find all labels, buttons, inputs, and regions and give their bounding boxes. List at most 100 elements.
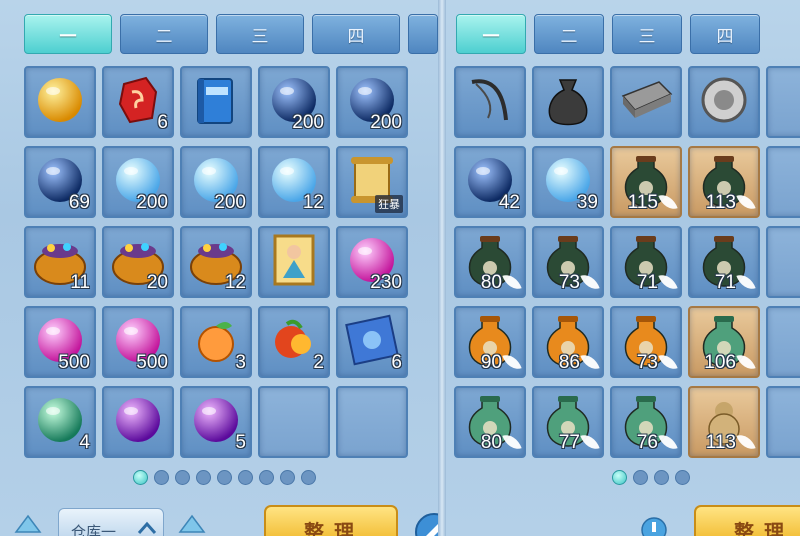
- item-quantity: 113: [705, 192, 736, 213]
- item-quantity: 6: [391, 352, 402, 373]
- inventory-slot[interactable]: 71: [610, 226, 682, 298]
- empty-inventory-slot[interactable]: 8: [766, 146, 800, 218]
- empty-inventory-slot[interactable]: [258, 386, 330, 458]
- inventory-slot[interactable]: 2: [258, 306, 330, 378]
- purple-orb-icon: [111, 393, 165, 451]
- inventory-slot[interactable]: 69: [24, 146, 96, 218]
- page-dot[interactable]: [175, 470, 190, 485]
- inventory-slot[interactable]: 76: [610, 386, 682, 458]
- inventory-slot[interactable]: 6: [336, 306, 408, 378]
- inventory-slot[interactable]: 80: [454, 226, 526, 298]
- empty-inventory-slot[interactable]: 8: [766, 386, 800, 458]
- page-dot[interactable]: [196, 470, 211, 485]
- inventory-slot[interactable]: [532, 66, 604, 138]
- inventory-slot[interactable]: 80: [454, 386, 526, 458]
- inventory-slot[interactable]: 71: [688, 226, 760, 298]
- inventory-slot[interactable]: [102, 386, 174, 458]
- page-dot[interactable]: [259, 470, 274, 485]
- inventory-slot[interactable]: 113: [688, 146, 760, 218]
- page-dot[interactable]: [675, 470, 690, 485]
- empty-inventory-slot[interactable]: [766, 306, 800, 378]
- tab-label: 四: [716, 26, 734, 47]
- page-dot[interactable]: [133, 470, 148, 485]
- inventory-slot[interactable]: 12: [180, 226, 252, 298]
- inventory-slot[interactable]: 113: [688, 386, 760, 458]
- sort-button-label: 整理: [734, 520, 794, 536]
- inventory-slot[interactable]: 4: [24, 386, 96, 458]
- item-quantity: 6: [157, 112, 168, 133]
- peach-icon: [192, 314, 240, 370]
- right-sort-button[interactable]: 整理: [694, 505, 800, 536]
- inventory-slot[interactable]: 3: [180, 306, 252, 378]
- empty-inventory-slot[interactable]: [336, 386, 408, 458]
- page-dot[interactable]: [238, 470, 253, 485]
- inventory-slot[interactable]: 200: [258, 66, 330, 138]
- item-quantity: 106: [704, 352, 736, 373]
- item-quantity: 12: [302, 192, 324, 213]
- item-quantity: 12: [224, 272, 246, 293]
- empty-inventory-slot[interactable]: [766, 66, 800, 138]
- item-quantity: 20: [146, 272, 168, 293]
- gold-orb-icon: [33, 73, 87, 131]
- storage-selector[interactable]: 仓库一: [58, 508, 164, 536]
- inventory-slot[interactable]: 73: [610, 306, 682, 378]
- inventory-slot[interactable]: 86: [532, 306, 604, 378]
- edit-pencil-icon[interactable]: [414, 510, 440, 536]
- inventory-slot[interactable]: 73: [532, 226, 604, 298]
- inventory-slot[interactable]: [610, 66, 682, 138]
- page-dot[interactable]: [280, 470, 295, 485]
- right-tab-2[interactable]: 二: [534, 14, 604, 54]
- inventory-slot[interactable]: 77: [532, 386, 604, 458]
- right-tab-3[interactable]: 三: [612, 14, 682, 54]
- right-tab-1[interactable]: 一: [456, 14, 526, 54]
- inventory-slot[interactable]: [688, 66, 760, 138]
- iron-ingot-icon: [617, 76, 675, 128]
- inventory-slot[interactable]: 39: [532, 146, 604, 218]
- left-tab-4[interactable]: 四: [312, 14, 400, 54]
- inventory-slot[interactable]: [454, 66, 526, 138]
- inventory-slot[interactable]: 500: [24, 306, 96, 378]
- inventory-slot[interactable]: 500: [102, 306, 174, 378]
- inventory-slot[interactable]: [24, 66, 96, 138]
- inventory-slot[interactable]: 90: [454, 306, 526, 378]
- item-quantity: 39: [576, 192, 598, 213]
- fishing-rod-icon: [462, 72, 518, 132]
- right-tab-4[interactable]: 四: [690, 14, 760, 54]
- page-dot[interactable]: [301, 470, 316, 485]
- left-sort-button[interactable]: 整理: [264, 505, 398, 536]
- inventory-slot[interactable]: 5: [180, 386, 252, 458]
- inventory-slot[interactable]: 200: [180, 146, 252, 218]
- inventory-slot[interactable]: [180, 66, 252, 138]
- inventory-slot[interactable]: 230: [336, 226, 408, 298]
- inventory-slot[interactable]: 115: [610, 146, 682, 218]
- page-dot[interactable]: [612, 470, 627, 485]
- item-quantity: 73: [636, 352, 658, 373]
- item-quantity: 71: [636, 272, 658, 293]
- inventory-slot[interactable]: 12: [258, 146, 330, 218]
- left-tab-5[interactable]: [408, 14, 438, 54]
- item-quantity: 115: [627, 192, 658, 213]
- inventory-slot[interactable]: 42: [454, 146, 526, 218]
- inventory-slot[interactable]: 6: [102, 66, 174, 138]
- inventory-slot[interactable]: 106: [688, 306, 760, 378]
- inventory-slot[interactable]: 11: [24, 226, 96, 298]
- info-icon[interactable]: [640, 514, 668, 536]
- empty-inventory-slot[interactable]: 6: [766, 226, 800, 298]
- page-dot[interactable]: [154, 470, 169, 485]
- page-dot[interactable]: [633, 470, 648, 485]
- portrait-card-icon: [271, 232, 317, 292]
- page-dot[interactable]: [217, 470, 232, 485]
- next-storage-arrow-icon[interactable]: [178, 512, 206, 536]
- prev-storage-arrow-icon[interactable]: [14, 512, 42, 536]
- left-tab-2[interactable]: 二: [120, 14, 208, 54]
- inventory-slot[interactable]: 20: [102, 226, 174, 298]
- item-quantity: 80: [480, 432, 502, 453]
- page-dot[interactable]: [654, 470, 669, 485]
- left-tab-3[interactable]: 三: [216, 14, 304, 54]
- inventory-slot[interactable]: 200: [102, 146, 174, 218]
- inventory-slot[interactable]: 200: [336, 66, 408, 138]
- item-quantity: 200: [214, 192, 246, 213]
- inventory-slot[interactable]: [258, 226, 330, 298]
- inventory-slot[interactable]: 狂暴: [336, 146, 408, 218]
- left-tab-1[interactable]: 一: [24, 14, 112, 54]
